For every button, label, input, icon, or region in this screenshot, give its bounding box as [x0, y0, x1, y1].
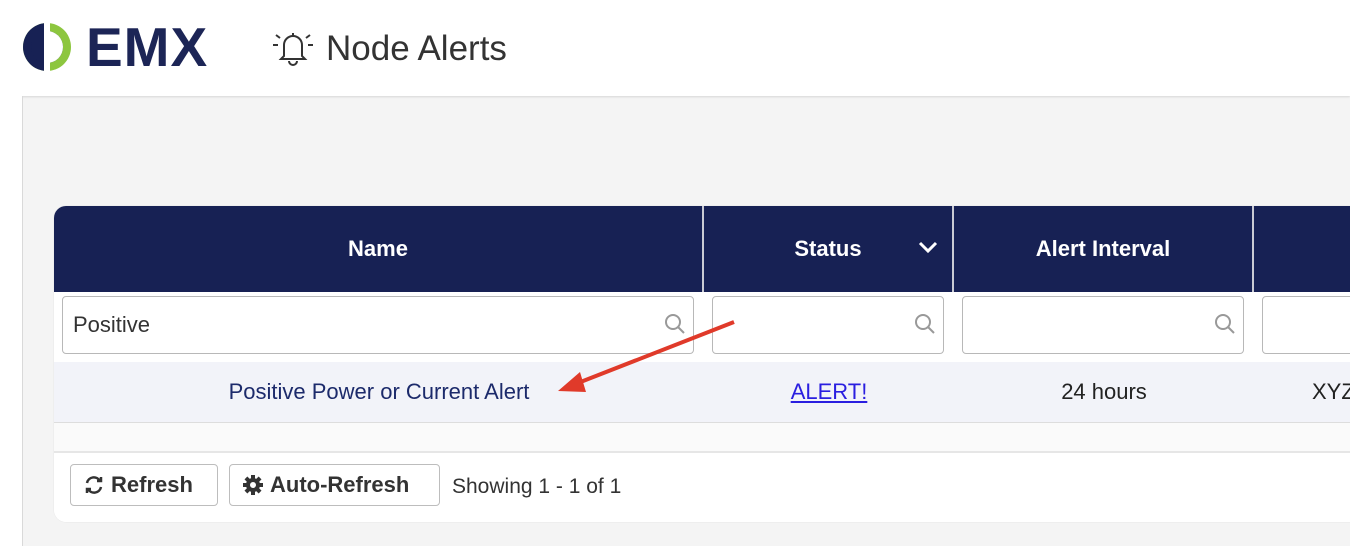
auto-refresh-button[interactable]: Auto-Refresh [229, 464, 440, 506]
table-spacer [54, 423, 1350, 453]
row-extra-cell: XYZ [1254, 362, 1350, 422]
bell-icon [273, 33, 313, 66]
status-filter-input[interactable] [712, 296, 944, 354]
column-header-label: Alert Interval [1035, 236, 1171, 261]
table-footer: Refresh Auto-Refresh Showing 1 - 1 of 1 [54, 453, 1350, 522]
column-header-alert-interval[interactable]: Alert Interval [954, 206, 1254, 292]
alerts-table: Name Status Alert Interval Positive Posi… [54, 206, 1350, 522]
interval-filter-field[interactable] [963, 297, 1243, 353]
alert-extra-value: XYZ [1312, 379, 1350, 404]
refresh-label: Refresh [111, 472, 193, 497]
search-icon [915, 314, 935, 334]
search-icon [1215, 314, 1235, 334]
interval-filter-input[interactable] [962, 296, 1244, 354]
column-header-name[interactable]: Name [54, 206, 704, 292]
row-status-cell: ALERT! [704, 362, 954, 422]
table-header: Name Status Alert Interval [54, 206, 1350, 292]
column-header-extra[interactable] [1254, 206, 1350, 292]
logo-text[interactable]: EMX [86, 17, 208, 77]
name-filter-input[interactable] [62, 296, 694, 354]
left-sidebar [0, 96, 23, 546]
gear-icon [243, 475, 263, 495]
column-header-label: Status [794, 236, 862, 261]
column-header-label: Name [348, 236, 408, 261]
row-name-cell: Positive Power or Current Alert [54, 362, 704, 422]
extra-filter-input[interactable] [1262, 296, 1350, 354]
alert-status-link[interactable]: ALERT! [791, 379, 868, 405]
auto-refresh-label: Auto-Refresh [270, 472, 410, 497]
pagination-status: Showing 1 - 1 of 1 [452, 475, 622, 498]
row-interval-cell: 24 hours [954, 362, 1254, 422]
column-header-status[interactable]: Status [704, 206, 954, 292]
page-title: Node Alerts [326, 29, 507, 68]
name-filter-field[interactable] [63, 297, 693, 353]
refresh-button[interactable]: Refresh [70, 464, 218, 506]
refresh-icon [85, 476, 103, 494]
alert-interval-value: 24 hours [1061, 379, 1147, 404]
top-bar: EMX Node Alerts [0, 0, 1350, 96]
chevron-down-icon[interactable] [918, 240, 938, 254]
search-icon [665, 314, 685, 334]
alert-name-link[interactable]: Positive Power or Current Alert [229, 379, 530, 405]
emx-logo-icon[interactable] [22, 22, 72, 72]
table-row[interactable]: Positive Power or Current Alert ALERT! 2… [54, 362, 1350, 423]
status-filter-field[interactable] [713, 297, 943, 353]
extra-filter-field[interactable] [1263, 297, 1350, 353]
